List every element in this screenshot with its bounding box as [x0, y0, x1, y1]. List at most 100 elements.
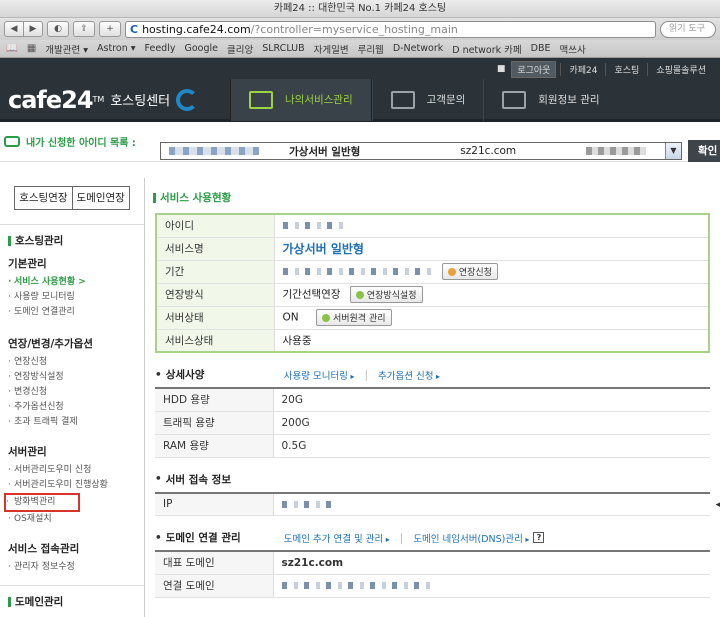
address-bar[interactable]: C hosting.cafe24.com/?controller=myservi…: [125, 20, 656, 38]
sidebar-item-change-apply[interactable]: 변경신청: [8, 385, 144, 400]
dns-manage-link[interactable]: 도메인 네임서버(DNS)관리: [413, 531, 529, 545]
addon-apply-link[interactable]: 추가옵션 신청: [378, 368, 440, 382]
table-row: IP: [155, 492, 710, 516]
table-row: 연장방식 기간선택연장 연장방식설정: [156, 283, 709, 307]
hosting-extend-button[interactable]: 호스팅연장: [14, 186, 73, 210]
nav-my-service[interactable]: 나의서비스관리: [230, 78, 372, 121]
selected-plan: 가상서버 일반형: [289, 145, 361, 158]
main-area: 호스팅연장 도메인연장 호스팅관리 기본관리 서비스 사용현황 > 사용량 모니…: [0, 178, 720, 617]
top-sites-icon[interactable]: ▦: [27, 43, 36, 54]
masked-domain-value: [273, 574, 710, 598]
extend-apply-button[interactable]: 연장신청: [441, 263, 498, 280]
sidebar-item-domain-connect[interactable]: 도메인 연결관리: [8, 305, 144, 320]
usage-monitor-link[interactable]: 사용량 모니터링: [284, 368, 355, 382]
reader-button[interactable]: 읽기 도구: [660, 20, 716, 38]
bookmark-item[interactable]: 루리웹: [358, 42, 384, 56]
sidebar-item-firewall[interactable]: 방화벽관리: [4, 493, 80, 512]
table-row: 연결 도메인: [155, 574, 710, 598]
help-icon[interactable]: ?: [533, 532, 545, 543]
content-area: 서비스 사용현황 아이디 서비스명 가상서버 일반형 기간 연장신청 연장방식: [145, 178, 720, 617]
section-title: 호스팅관리: [8, 233, 144, 248]
group-title: 서비스 접속관리: [8, 543, 80, 555]
sidebar-item-traffic-pay[interactable]: 초과 트래픽 결제: [8, 415, 144, 430]
group-title: 기본관리: [8, 258, 47, 270]
cafe24-link[interactable]: 카페24: [560, 62, 605, 76]
hosting-link[interactable]: 호스팅: [605, 62, 647, 76]
row-value: 0.5G: [273, 434, 710, 458]
share-button[interactable]: ⇪: [73, 21, 95, 37]
orange-dot-icon: [447, 267, 456, 276]
back-arrow-icon: ◀: [10, 24, 18, 34]
extend-method-button[interactable]: 연장방식설정: [349, 286, 423, 303]
confirm-button[interactable]: 확인: [688, 140, 720, 162]
side-group-access: 서비스 접속관리 관리자 정보수정: [8, 541, 144, 575]
bookmark-item[interactable]: DBE: [531, 43, 551, 54]
masked-value: [281, 582, 432, 589]
share-icon: ⇪: [80, 24, 88, 34]
bookmark-item[interactable]: Astron ▾: [97, 43, 136, 54]
bookmark-item[interactable]: 자게일변: [314, 42, 349, 56]
green-bar-icon: [153, 192, 156, 203]
row-value: 연장신청: [274, 260, 709, 284]
cafe24-logo[interactable]: cafe24 TM 호스팅센터: [0, 86, 230, 114]
table-row: 트래픽 용량 200G: [155, 411, 710, 435]
group-title: 서버관리: [8, 446, 47, 458]
row-label: 서비스명: [156, 237, 275, 261]
table-row: 서버상태 ON 서버원격 관리: [156, 306, 709, 330]
new-tab-button[interactable]: +: [99, 21, 121, 37]
remote-manage-button[interactable]: 서버원격 관리: [315, 309, 392, 326]
bookmarks-bar: 📖 ▦ 개발관련 ▾ Astron ▾ Feedly Google 클리앙 SL…: [0, 40, 720, 58]
green-dot-icon: [355, 290, 364, 299]
sidebar-item-admin-info[interactable]: 관리자 정보수정: [8, 560, 144, 575]
section-title: 도메인 연결 관리: [165, 532, 241, 544]
table-row: 기간 연장신청: [156, 260, 709, 284]
nav-label: 나의서비스관리: [285, 94, 353, 106]
green-bar-icon: [8, 596, 11, 607]
sidebar-item-usage-monitor[interactable]: 사용량 모니터링: [8, 290, 144, 305]
sidebar-item-extend-apply[interactable]: 연장신청: [8, 355, 144, 370]
shop-solution-link[interactable]: 쇼핑몰솔루션: [647, 62, 714, 76]
sidebar-item-service-status[interactable]: 서비스 사용현황 >: [8, 275, 144, 290]
extend-method-value: 기간선택연장: [282, 288, 341, 301]
table-row: HDD 용량 20G: [155, 388, 710, 412]
nav-customer-inquiry[interactable]: 고객문의: [371, 78, 484, 121]
id-select[interactable]: 가상서버 일반형 sz21c.com ▼: [160, 142, 682, 160]
bookmark-item[interactable]: Google: [184, 43, 218, 54]
forward-button[interactable]: ▶: [23, 21, 43, 37]
bookmark-item[interactable]: D-Network: [393, 43, 443, 54]
domain-extend-button[interactable]: 도메인연장: [72, 186, 130, 210]
button-label: 서버원격 관리: [332, 314, 386, 324]
history-button[interactable]: ◐: [47, 21, 69, 37]
extend-buttons: 호스팅연장 도메인연장: [0, 186, 144, 210]
nav-member-info[interactable]: 회원정보 관리: [483, 78, 617, 121]
row-label: IP: [155, 492, 274, 516]
bookmark-item[interactable]: 개발관련 ▾: [45, 42, 88, 56]
sidebar-item-helper-apply[interactable]: 서버관리도우미 신청: [8, 463, 144, 478]
side-group-basic: 기본관리 서비스 사용현황 > 사용량 모니터링 도메인 연결관리: [8, 256, 144, 320]
row-label: HDD 용량: [155, 388, 274, 412]
bookmark-item[interactable]: Feedly: [145, 43, 176, 54]
masked-value: [281, 500, 332, 508]
domain-add-link[interactable]: 도메인 추가 연결 및 관리: [284, 531, 390, 545]
row-value: 가상서버 일반형: [274, 237, 709, 261]
bookmark-item[interactable]: D network 카페: [452, 42, 521, 56]
bookmark-item[interactable]: 맥쓰사: [560, 42, 586, 56]
reading-list-icon[interactable]: 📖: [6, 43, 18, 54]
logout-link[interactable]: 로그아웃: [511, 60, 557, 78]
bookmark-item[interactable]: SLRCLUB: [262, 43, 304, 54]
dropdown-arrow-icon[interactable]: ▼: [665, 143, 681, 159]
sidebar-item-os-reinstall[interactable]: OS재설치: [8, 512, 144, 527]
masked-ip-value: [273, 492, 710, 516]
bookmark-item[interactable]: 클리앙: [227, 42, 253, 56]
sidebar-item-addon-apply[interactable]: 추가옵션신청: [8, 400, 144, 415]
domain-management-section: 도메인관리: [0, 585, 144, 609]
masked-period-value: [282, 268, 433, 275]
sidebar-item-helper-progress[interactable]: 서버관리도우미 진행상황: [8, 478, 144, 493]
row-label: 연장방식: [156, 283, 275, 307]
monitor-user-icon: [502, 90, 527, 109]
back-button[interactable]: ◀: [4, 21, 24, 37]
selected-domain: sz21c.com: [460, 145, 517, 157]
table-row: 대표 도메인 sz21c.com: [155, 551, 710, 575]
access-table: IP: [155, 491, 710, 516]
sidebar-item-extend-method[interactable]: 연장방식설정: [8, 370, 144, 385]
